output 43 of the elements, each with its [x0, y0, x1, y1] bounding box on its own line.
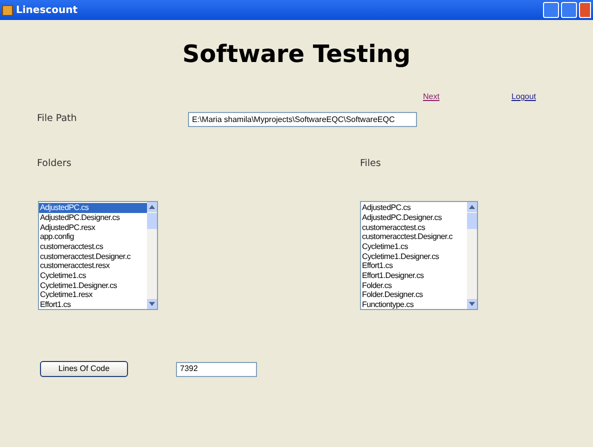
file-list[interactable]: AdjustedPC.cs AdjustedPC.Designer.cs customeracctest.cs customeracctest.Designer.c Cycletime1.cs Cycletime1.Designer.cs Effort1.cs Effort1.Designer.cs Folder.cs Folder.Designer.cs Functiontype.cs	[360, 201, 478, 310]
scroll-up-icon[interactable]	[469, 205, 475, 210]
scroll-down-icon[interactable]	[149, 302, 155, 306]
list-item[interactable]: Cycletime1.Designer.cs	[39, 280, 147, 290]
scroll-thumb[interactable]	[467, 213, 477, 230]
path-field[interactable]: E:\Maria shamila\Myprojects\SoftwareEQC\SoftwareEQC	[188, 112, 417, 127]
list-item[interactable]: Cycletime1.Designer.cs	[361, 252, 467, 262]
list-item[interactable]: Cycletime1.resx	[39, 290, 147, 300]
list-item[interactable]: Folder.cs	[361, 280, 467, 290]
scroll-thumb[interactable]	[147, 213, 157, 230]
list-item[interactable]: customeracctest.Designer.c	[39, 252, 147, 262]
field-label: File Path	[37, 112, 78, 126]
list-item[interactable]: AdjustedPC.Designer.cs	[39, 212, 147, 223]
scroll-down-icon[interactable]	[469, 302, 475, 306]
app-icon	[2, 4, 13, 16]
nav-link[interactable]: Logout	[511, 91, 536, 103]
list-item[interactable]: Cycletime1.cs	[39, 271, 147, 281]
list-item[interactable]: Functiontype.cs	[361, 300, 467, 310]
list-item[interactable]: customeracctest.cs	[39, 242, 147, 252]
list-item[interactable]: AdjustedPC.cs	[361, 203, 467, 213]
scrollbar[interactable]	[147, 202, 157, 310]
scrollbar[interactable]	[467, 202, 477, 310]
section-label: Files	[360, 157, 381, 171]
section-label: Folders	[37, 157, 72, 171]
list-item[interactable]: Folder.Designer.cs	[361, 290, 467, 300]
result-field[interactable]: 7392	[176, 362, 257, 377]
list-item[interactable]: Cycletime1.cs	[361, 242, 467, 252]
list-item[interactable]: Effort1.Designer.cs	[361, 271, 467, 281]
list-item[interactable]: Effort1.cs	[39, 300, 147, 310]
lines-of-code-button[interactable]: Lines Of Code	[40, 361, 128, 378]
list-item[interactable]: AdjustedPC.Designer.cs	[361, 212, 467, 223]
list-item[interactable]: Effort1.cs	[361, 261, 467, 272]
list-item[interactable]: customeracctest.Designer.c	[361, 232, 467, 242]
window-title: Linescount	[16, 4, 78, 18]
list-item[interactable]: customeracctest.cs	[361, 222, 467, 232]
list-item[interactable]: customeracctest.resx	[39, 261, 147, 272]
scroll-up-icon[interactable]	[149, 205, 155, 210]
list-item[interactable]: AdjustedPC.cs	[39, 203, 147, 213]
list-item[interactable]: app.config	[39, 232, 147, 242]
file-list[interactable]: AdjustedPC.cs AdjustedPC.Designer.cs AdjustedPC.resx app.config customeracctest.cs customeracctest.Designer.c customeracctest.resx Cycletime1.cs Cycletime1.Designer.cs Cycletime1.resx Effort1.cs	[38, 201, 158, 310]
list-item[interactable]: AdjustedPC.resx	[39, 222, 147, 232]
nav-link[interactable]: Next	[423, 91, 440, 103]
page-heading: Software Testing	[182, 42, 411, 66]
